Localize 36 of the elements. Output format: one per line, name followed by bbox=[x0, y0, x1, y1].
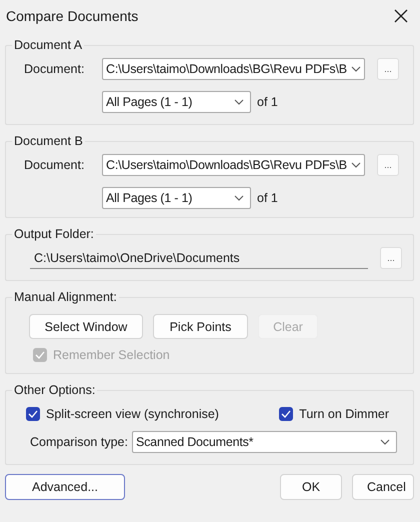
group-legend: Output Folder: bbox=[12, 227, 96, 241]
document-dropdown[interactable]: C:\Users\taimo\Downloads\BG\Revu PDFs\B bbox=[102, 154, 365, 176]
group-legend: Document A bbox=[12, 38, 84, 52]
dialog-button[interactable]: OK bbox=[280, 474, 342, 500]
document-dropdown[interactable]: C:\Users\taimo\Downloads\BG\Revu PDFs\B bbox=[102, 58, 365, 80]
checkbox-label: Split-screen view (synchronise) bbox=[46, 407, 219, 421]
dialog-button[interactable]: Advanced... bbox=[5, 474, 125, 500]
checkbox-label: Turn on Dimmer bbox=[299, 407, 389, 421]
chevron-down-icon bbox=[350, 66, 361, 72]
chevron-down-icon bbox=[350, 162, 361, 168]
window-title: Compare Documents bbox=[6, 8, 138, 24]
chevron-down-icon bbox=[234, 99, 244, 105]
dialog-button[interactable]: Cancel bbox=[352, 474, 414, 500]
chevron-down-icon bbox=[380, 439, 390, 445]
pages-dropdown[interactable]: All Pages (1 - 1) bbox=[102, 91, 251, 113]
comparison-type-dropdown[interactable]: Scanned Documents* bbox=[132, 431, 397, 453]
alignment-button[interactable]: Select Window bbox=[29, 314, 143, 339]
close-icon[interactable] bbox=[394, 9, 408, 23]
field-label: Comparison type: bbox=[30, 435, 129, 449]
group-legend: Document B bbox=[12, 134, 85, 148]
pages-dropdown[interactable]: All Pages (1 - 1) bbox=[102, 187, 251, 209]
checkbox-label: Remember Selection bbox=[53, 348, 170, 362]
field-label: Document: bbox=[24, 158, 86, 172]
output-folder-field[interactable]: C:\Users\taimo\OneDrive\Documents bbox=[30, 247, 368, 269]
page-count: of 1 bbox=[257, 95, 278, 109]
group-legend: Manual Alignment: bbox=[12, 290, 119, 304]
browse-button[interactable]: ... bbox=[377, 58, 399, 80]
page-count: of 1 bbox=[257, 191, 278, 205]
group-legend: Other Options: bbox=[12, 383, 98, 397]
alignment-button[interactable]: Pick Points bbox=[153, 314, 248, 339]
browse-button[interactable]: ... bbox=[380, 247, 402, 269]
chevron-down-icon bbox=[234, 195, 244, 201]
checkbox[interactable] bbox=[26, 407, 40, 421]
checkbox[interactable] bbox=[279, 407, 294, 421]
field-label: Document: bbox=[24, 62, 86, 76]
browse-button[interactable]: ... bbox=[377, 154, 399, 176]
